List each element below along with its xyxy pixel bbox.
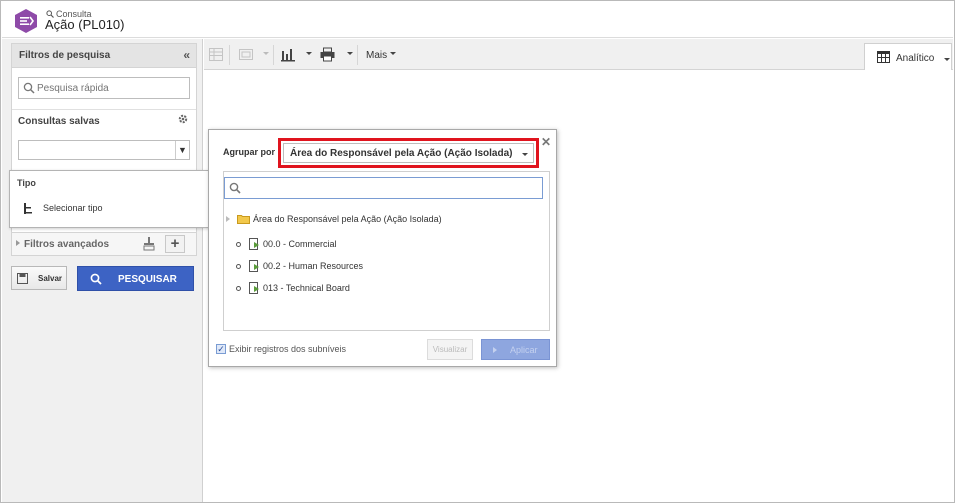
show-sublevels-label: Exibir registros dos subníveis [229,344,347,354]
action-item-icon [249,260,259,272]
close-icon[interactable]: ✕ [541,135,551,149]
apply-button-label: Aplicar [510,345,538,355]
table-icon[interactable] [209,47,223,62]
export-caret-icon[interactable] [263,52,269,55]
group-by-dialog: ✕ Agrupar por Área do Responsável pela A… [208,129,557,367]
application-window: Consulta Ação (PL010) Filtros de pesquis… [0,0,955,503]
bullet-icon [236,285,241,291]
advanced-filters-row[interactable]: Filtros avançados + [11,232,197,256]
bullet-icon [236,263,241,269]
tree-node-label: 00.2 - Human Resources [263,261,364,271]
more-caret-icon[interactable] [390,52,396,55]
collapse-panel-icon[interactable]: « [183,48,190,62]
quick-search-input[interactable] [37,80,187,96]
floppy-disk-icon [17,273,28,284]
search-icon [229,182,241,194]
bullet-icon [236,241,241,247]
tree-search-input[interactable] [245,180,535,196]
save-button[interactable]: Salvar [11,266,67,290]
toolbar-divider [229,45,230,65]
expand-triangle-icon[interactable] [226,216,230,222]
tree-node-label: 013 - Technical Board [263,283,350,293]
quick-search-field[interactable] [18,77,190,99]
chevron-down-icon[interactable] [944,58,950,61]
tree-search-field[interactable] [224,177,543,199]
toolbar-divider [357,45,358,65]
play-icon [493,347,497,353]
tree-node[interactable]: 00.2 - Human Resources [236,260,363,272]
print-icon[interactable] [320,47,335,62]
chevron-down-icon[interactable]: ▼ [175,141,189,159]
clear-filters-icon[interactable] [143,237,155,251]
tree-panel: Área do Responsável pela Ação (Ação Isol… [223,171,550,331]
saved-queries-label: Consultas salvas [18,116,100,127]
view-mode-label: Analítico [896,53,935,64]
show-sublevels-checkbox[interactable]: ✓ [216,344,226,354]
tree-node[interactable]: 00.0 - Commercial [236,238,337,250]
type-label: Tipo [17,178,36,188]
action-logo-icon [15,9,37,33]
chart-icon[interactable] [281,47,295,62]
toolbar-divider [273,45,274,65]
divider [12,109,196,110]
action-item-icon [249,282,259,294]
more-menu[interactable]: Mais [366,50,387,61]
apply-button[interactable]: Aplicar [481,339,550,360]
grid-icon [877,51,890,63]
tree-icon [24,203,32,214]
export-icon[interactable] [239,47,253,62]
print-caret-icon[interactable] [347,52,353,55]
tree-node[interactable]: 013 - Technical Board [236,282,350,294]
group-by-highlight: Área do Responsável pela Ação (Ação Isol… [278,138,539,168]
action-item-icon [249,238,259,250]
select-type-link[interactable]: Selecionar tipo [43,203,103,213]
search-button[interactable]: PESQUISAR [77,266,194,291]
filter-panel: Filtros de pesquisa « Consultas salvas ▼… [2,39,203,502]
group-by-label: Agrupar por [223,147,276,157]
add-filter-button[interactable]: + [165,235,185,253]
group-by-value: Área do Responsável pela Ação (Ação Isol… [290,148,513,159]
view-mode-selector[interactable]: Analítico [864,43,952,70]
type-popover: Tipo Selecionar tipo [9,170,214,228]
save-button-label: Salvar [38,274,63,283]
expand-triangle-icon[interactable] [16,240,20,246]
advanced-filters-label: Filtros avançados [24,239,110,250]
tree-root-node[interactable]: Área do Responsável pela Ação (Ação Isol… [226,214,442,224]
toolbar: Mais Analítico [204,39,953,70]
group-by-select[interactable]: Área do Responsável pela Ação (Ação Isol… [283,143,534,163]
gear-icon[interactable] [177,113,189,125]
search-icon [90,273,102,285]
chart-caret-icon[interactable] [306,52,312,55]
chevron-down-icon[interactable] [522,153,528,156]
filter-panel-title: Filtros de pesquisa [19,50,111,61]
tree-node-label: 00.0 - Commercial [263,239,337,249]
view-button[interactable]: Visualizar [427,339,473,360]
page-header: Consulta Ação (PL010) [2,2,953,38]
search-button-label: PESQUISAR [118,274,177,285]
filter-panel-header: Filtros de pesquisa « [11,43,197,67]
saved-queries-select[interactable]: ▼ [18,140,190,160]
search-icon [23,82,35,94]
page-title: Ação (PL010) [45,17,125,32]
tree-root-label: Área do Responsável pela Ação (Ação Isol… [253,214,442,224]
folder-icon [237,215,250,224]
